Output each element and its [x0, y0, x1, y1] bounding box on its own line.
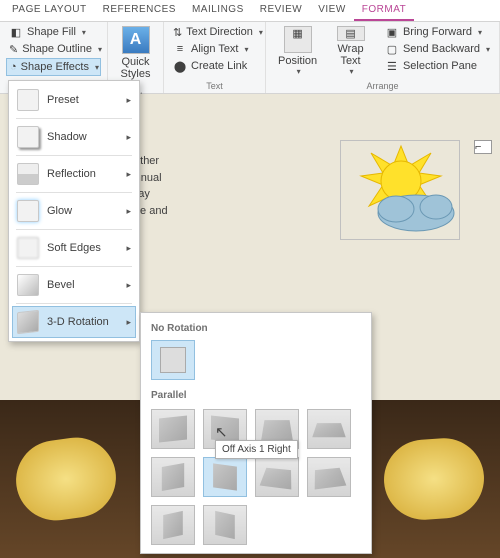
rotation-header-parallel: Parallel — [147, 386, 365, 407]
effects-bevel[interactable]: Bevel▸ — [12, 269, 136, 301]
cursor-icon: ↖ — [215, 423, 228, 441]
wrap-icon: ▤ — [337, 26, 365, 41]
wrap-text-button[interactable]: ▤Wrap Text▾ — [323, 24, 378, 78]
bring-forward-button[interactable]: ▣Bring Forward▾ — [382, 24, 493, 40]
shape-outline-button[interactable]: ✎Shape Outline▾ — [6, 41, 101, 57]
shape-effects-button[interactable]: ◔Shape Effects▾ — [6, 58, 101, 76]
rotation-option[interactable] — [151, 457, 195, 497]
text-group-label: Text — [170, 81, 259, 91]
position-button[interactable]: ▦Position▾ — [272, 24, 323, 78]
text-direction-icon: ⇅ — [173, 25, 182, 39]
bucket-icon: ◧ — [9, 25, 23, 39]
rotation-option[interactable] — [255, 457, 299, 497]
arrange-group-label: Arrange — [272, 81, 493, 91]
text-direction-button[interactable]: ⇅Text Direction▾ — [170, 24, 259, 40]
send-backward-icon: ▢ — [385, 42, 399, 56]
tab-mailings[interactable]: MAILINGS — [184, 0, 252, 21]
rotation-option[interactable] — [151, 505, 195, 545]
tab-page-layout[interactable]: PAGE LAYOUT — [4, 0, 95, 21]
rotation-none-option[interactable] — [151, 340, 195, 380]
selection-pane-icon: ☰ — [385, 59, 399, 73]
tab-references[interactable]: REFERENCES — [95, 0, 184, 21]
rotation-header-none: No Rotation — [147, 319, 365, 340]
effects-reflection[interactable]: Reflection▸ — [12, 158, 136, 190]
shape-fill-button[interactable]: ◧Shape Fill▾ — [6, 24, 101, 40]
rotation-off-axis-1-right[interactable] — [203, 457, 247, 497]
send-backward-button[interactable]: ▢Send Backward▾ — [382, 41, 493, 57]
tab-review[interactable]: REVIEW — [252, 0, 310, 21]
position-icon: ▦ — [284, 26, 312, 53]
tab-view[interactable]: VIEW — [310, 0, 354, 21]
effects-glow[interactable]: Glow▸ — [12, 195, 136, 227]
ribbon-tabs: PAGE LAYOUT REFERENCES MAILINGS REVIEW V… — [0, 0, 500, 22]
sun-cloud-image[interactable] — [340, 140, 460, 240]
shape-effects-menu: Preset▸ Shadow▸ Reflection▸ Glow▸ Soft E… — [8, 80, 140, 342]
tab-format[interactable]: FORMAT — [354, 0, 414, 21]
rotation-option[interactable] — [307, 457, 351, 497]
effects-soft-edges[interactable]: Soft Edges▸ — [12, 232, 136, 264]
pencil-icon: ✎ — [9, 42, 18, 56]
align-text-icon: ≡ — [173, 42, 187, 56]
link-icon: ⬤ — [173, 59, 187, 73]
rotation-submenu: No Rotation Parallel — [140, 312, 372, 554]
bring-forward-icon: ▣ — [385, 25, 399, 39]
rotation-option[interactable] — [203, 505, 247, 545]
align-text-button[interactable]: ≡Align Text▾ — [170, 41, 259, 57]
tooltip: Off Axis 1 Right — [215, 440, 298, 459]
rotation-option[interactable] — [151, 409, 195, 449]
selection-pane-button[interactable]: ☰Selection Pane — [382, 58, 493, 74]
effects-icon: ◔ — [10, 60, 17, 74]
create-link-button[interactable]: ⬤Create Link — [170, 58, 259, 74]
layout-options-icon[interactable]: ⌐ — [474, 140, 492, 154]
effects-3d-rotation[interactable]: 3-D Rotation▸ — [12, 306, 136, 338]
effects-preset[interactable]: Preset▸ — [12, 84, 136, 116]
effects-shadow[interactable]: Shadow▸ — [12, 121, 136, 153]
rotation-option[interactable] — [307, 409, 351, 449]
wordart-icon: A — [122, 26, 150, 54]
